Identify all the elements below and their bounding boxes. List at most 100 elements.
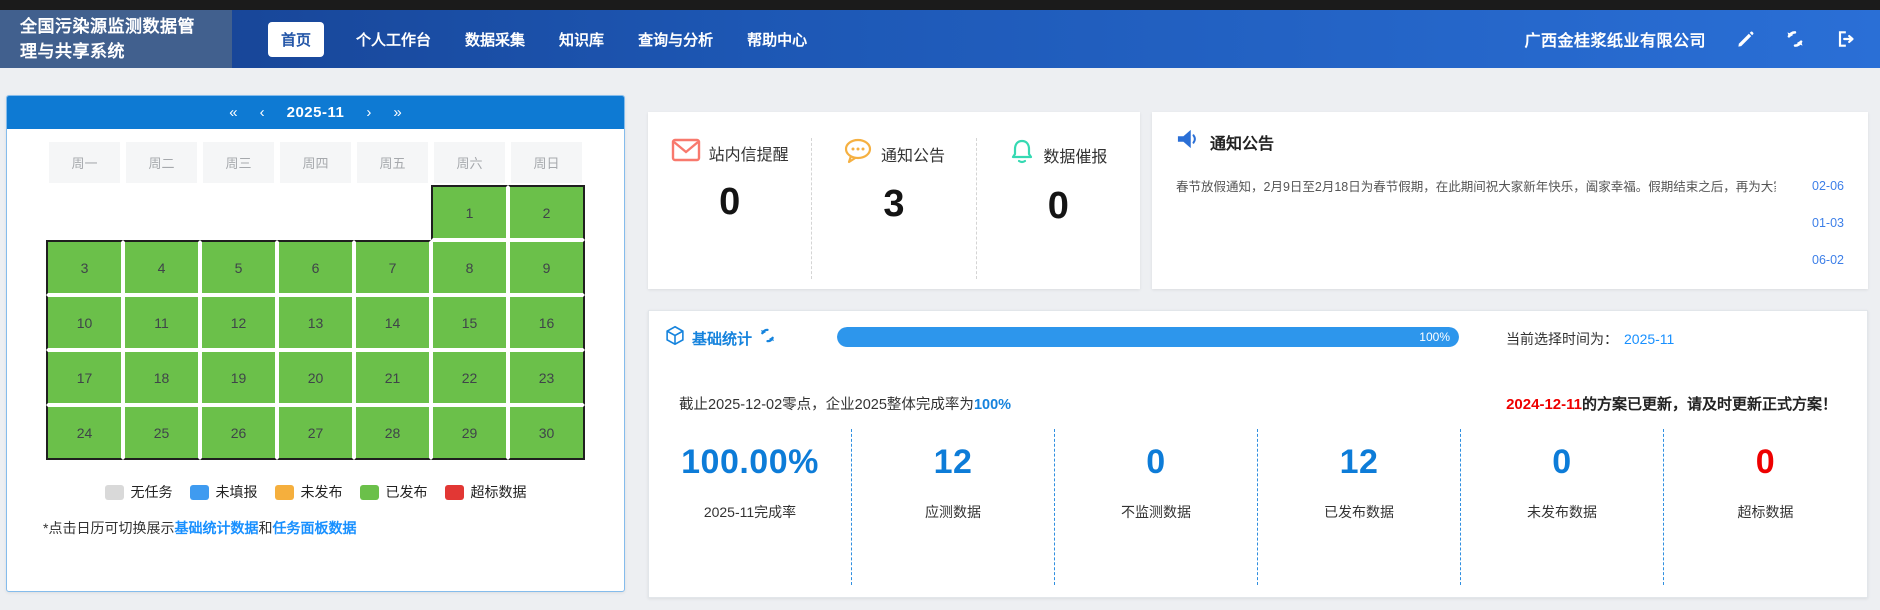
summary-value: 100% <box>973 397 1012 413</box>
stat-应测数据: 12 应测数据 <box>852 429 1055 585</box>
prev-year-button[interactable]: « <box>229 105 237 120</box>
selected-time-value[interactable]: 2025-11 <box>1624 331 1674 347</box>
calendar-empty-cell <box>123 185 200 240</box>
notice-title-row: 通知公告 <box>1176 128 1844 155</box>
next-month-button[interactable]: › <box>366 105 371 120</box>
calendar-day[interactable]: 17 <box>46 350 123 405</box>
quick-stat-站内信提醒[interactable]: 站内信提醒 0 <box>648 138 811 279</box>
calendar-day[interactable]: 29 <box>431 405 508 460</box>
stat-label: 不监测数据 <box>1121 504 1191 520</box>
calendar-day[interactable]: 5 <box>200 240 277 295</box>
calendar-day[interactable]: 4 <box>123 240 200 295</box>
calendar-day[interactable]: 3 <box>46 240 123 295</box>
nav-item-home[interactable]: 首页 <box>268 21 325 57</box>
quick-stat-label: 站内信提醒 <box>708 146 789 164</box>
prev-month-button[interactable]: ‹ <box>260 105 265 120</box>
calendar-empty-cell <box>200 185 277 240</box>
calendar-day[interactable]: 15 <box>431 295 508 350</box>
calendar-day[interactable]: 27 <box>277 405 354 460</box>
legend-item: 超标数据 <box>444 482 527 502</box>
quick-stat-head: 站内信提醒 <box>648 138 811 167</box>
legend-item: 无任务 <box>104 482 173 502</box>
browser-top-strip <box>0 0 1880 10</box>
legend-label: 未填报 <box>215 484 258 500</box>
calendar-empty-cell <box>277 185 354 240</box>
stat-label: 2025-11完成率 <box>703 504 797 520</box>
calendar-day[interactable]: 25 <box>123 405 200 460</box>
cube-icon <box>665 325 685 351</box>
stat-value: 12 <box>933 443 973 481</box>
completion-progress-bar: 100% <box>837 327 1459 347</box>
calendar-day[interactable]: 20 <box>277 350 354 405</box>
calendar-day[interactable]: 12 <box>200 295 277 350</box>
stat-value: 12 <box>1339 443 1379 481</box>
calendar-day[interactable]: 21 <box>354 350 431 405</box>
weekday-label: 周日 <box>508 142 585 183</box>
calendar-day[interactable]: 8 <box>431 240 508 295</box>
calendar-day[interactable]: 1 <box>431 185 508 240</box>
quick-stat-数据催报[interactable]: 数据催报 0 <box>975 138 1140 279</box>
task-panel-link[interactable]: 任务面板数据 <box>272 520 356 536</box>
edit-icon[interactable] <box>1734 28 1756 50</box>
logout-icon[interactable] <box>1834 28 1856 50</box>
nav-item-knowledge[interactable]: 知识库 <box>557 22 606 57</box>
notice-row[interactable]: 春节放假通知，2月9日至2月18日为春节假期，在此期间祝大家新年快乐，阖家幸福。… <box>1176 167 1844 204</box>
stat-label: 未发布数据 <box>1527 504 1597 520</box>
calendar-day[interactable]: 6 <box>277 240 354 295</box>
legend-label: 未发布 <box>300 484 343 500</box>
stat-value: 0 <box>1552 443 1572 481</box>
nav-item-query-analysis[interactable]: 查询与分析 <box>636 22 715 57</box>
plan-update-alert: 2024-12-11的方案已更新，请及时更新正式方案！ <box>1506 393 1837 414</box>
stats-grid: 100.00% 2025-11完成率 12 应测数据 0 不监测数据 12 已发布数据 0 未发布… <box>649 429 1867 585</box>
calendar-day[interactable]: 10 <box>46 295 123 350</box>
legend-swatch <box>359 484 379 500</box>
alert-date: 2024-12-11 <box>1506 396 1582 413</box>
selected-time-row: 当前选择时间为： 2025-11 <box>1506 329 1674 349</box>
calendar-day[interactable]: 7 <box>354 240 431 295</box>
notice-row[interactable]: 06-02 <box>1176 241 1844 278</box>
calendar-day[interactable]: 2 <box>508 185 585 240</box>
notice-date: 02-06 <box>1812 178 1844 193</box>
progress-fill: 100% <box>837 327 1459 347</box>
app-logo-title: 全国污染源监测数据管理与共享系统 <box>0 10 232 68</box>
quick-stat-value: 0 <box>1047 185 1069 227</box>
quick-stat-value: 3 <box>883 183 905 225</box>
calendar-day[interactable]: 24 <box>46 405 123 460</box>
calendar-header: « ‹ 2025-11 › » <box>7 96 624 129</box>
nav-item-data-collect[interactable]: 数据采集 <box>463 22 527 57</box>
basic-stats-panel: 基础统计 100% 当前选择时间为： 2025-11 截止2025-12-02零点… <box>648 310 1868 598</box>
stat-label: 超标数据 <box>1737 504 1794 520</box>
quick-stat-head: 通知公告 <box>812 138 975 169</box>
refresh-icon[interactable] <box>1784 28 1806 50</box>
calendar-day[interactable]: 19 <box>200 350 277 405</box>
calendar-day[interactable]: 9 <box>508 240 585 295</box>
calendar-legend: 无任务 未填报 未发布 已发布 超标数据 <box>7 482 624 502</box>
calendar-day[interactable]: 26 <box>200 405 277 460</box>
refresh-stats-icon[interactable] <box>759 327 776 349</box>
calendar-grid: 1 2 3 4 5 6 7 8 9 10 11 12 13 14 15 16 17 18 19 20 21 22 23 24 2… <box>46 185 585 460</box>
footnote-and: 和 <box>258 520 273 536</box>
nav-item-help-center[interactable]: 帮助中心 <box>745 22 809 57</box>
top-navbar: 全国污染源监测数据管理与共享系统 首页 个人工作台 数据采集 知识库 查询与分析 帮助中心… <box>0 10 1880 68</box>
quick-stats-panel: 站内信提醒 0 通知公告 3 数据催报 0 <box>648 112 1140 289</box>
calendar-day[interactable]: 14 <box>354 295 431 350</box>
progress-percent-label: 100% <box>1419 330 1450 344</box>
notice-row[interactable]: 01-03 <box>1176 204 1844 241</box>
calendar-day[interactable]: 18 <box>123 350 200 405</box>
calendar-day[interactable]: 22 <box>431 350 508 405</box>
calendar-day[interactable]: 28 <box>354 405 431 460</box>
calendar-day[interactable]: 16 <box>508 295 585 350</box>
nav-item-workbench[interactable]: 个人工作台 <box>354 22 433 57</box>
legend-item: 未填报 <box>189 482 258 502</box>
calendar-day[interactable]: 11 <box>123 295 200 350</box>
next-year-button[interactable]: » <box>393 105 401 120</box>
legend-swatch <box>444 484 464 500</box>
basic-stats-link[interactable]: 基础统计数据 <box>174 520 258 536</box>
notice-title: 通知公告 <box>1210 135 1275 153</box>
calendar-day[interactable]: 23 <box>508 350 585 405</box>
navbar-right: 广西金桂浆纸业有限公司 <box>1524 10 1880 68</box>
quick-stat-通知公告[interactable]: 通知公告 3 <box>811 138 975 279</box>
calendar-day[interactable]: 13 <box>277 295 354 350</box>
calendar-day[interactable]: 30 <box>508 405 585 460</box>
calendar-month-title: 2025-11 <box>286 104 345 121</box>
